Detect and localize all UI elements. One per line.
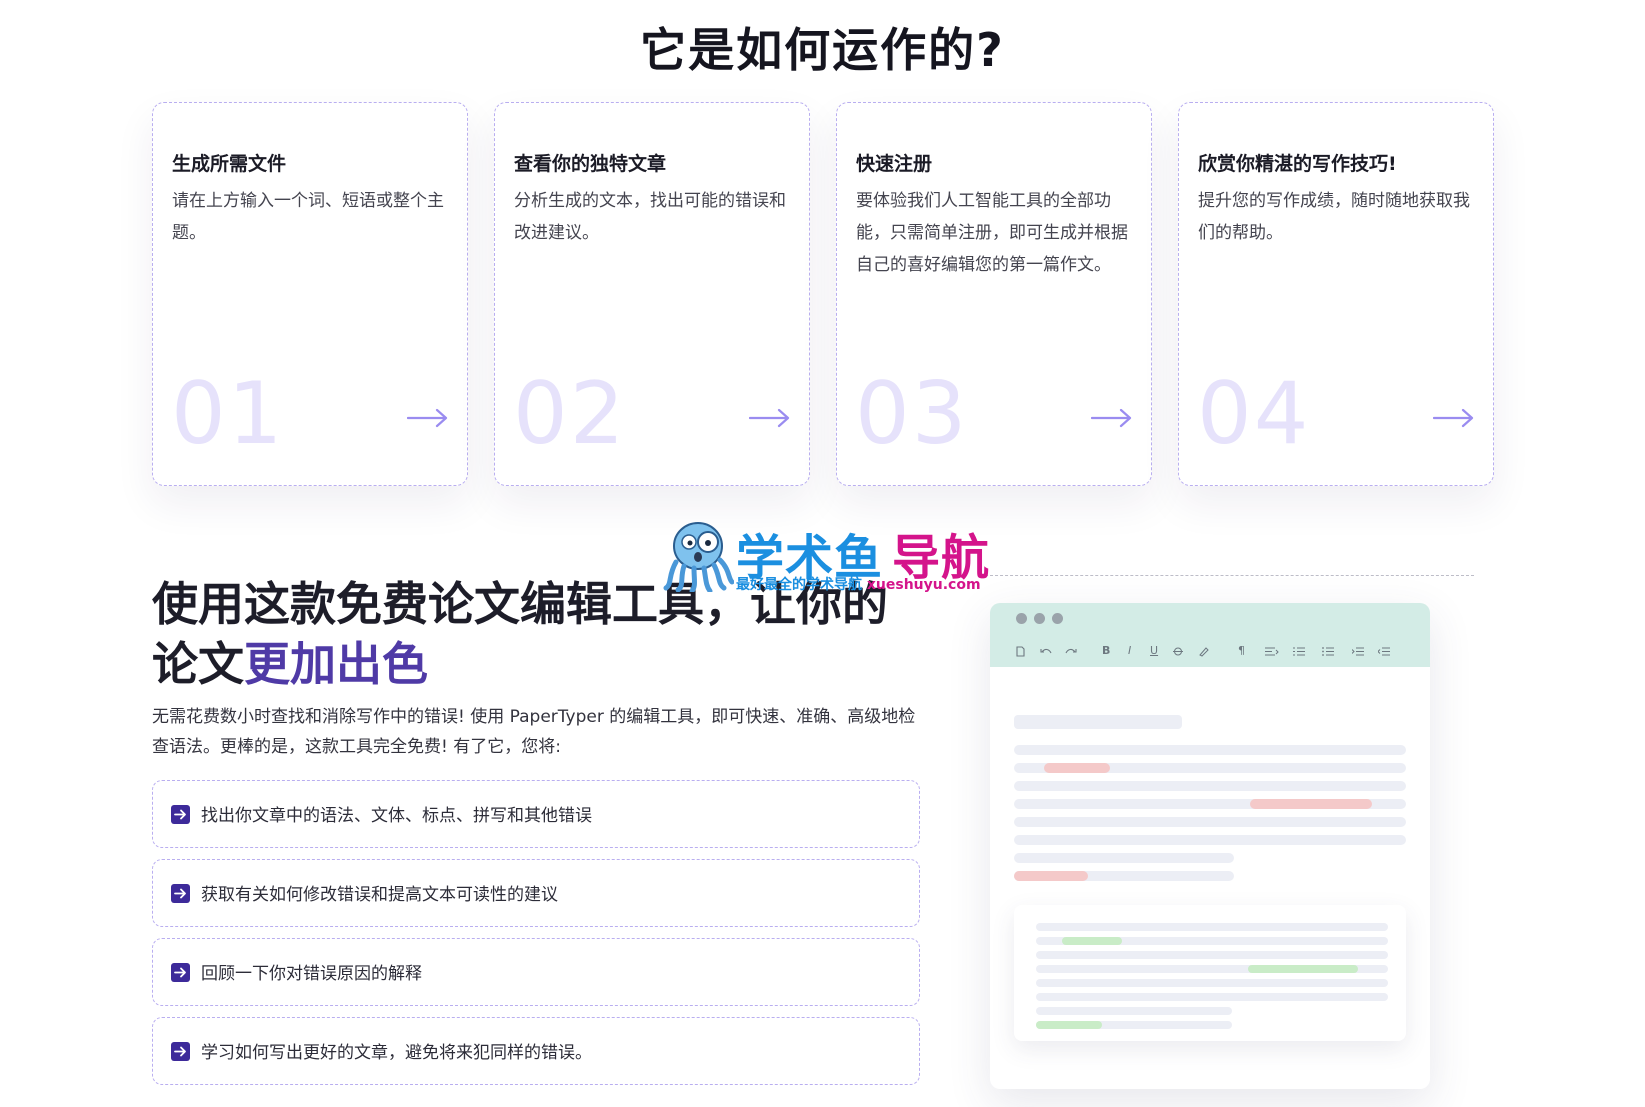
text-line [1014, 853, 1234, 863]
arrow-box-icon [171, 884, 190, 903]
arrow-right-icon[interactable] [1091, 408, 1133, 428]
text-line [1014, 817, 1406, 827]
text-line [1036, 993, 1388, 1001]
divider [980, 575, 1474, 576]
feature-item: 学习如何写出更好的文章，避免将来犯同样的错误。 [152, 1017, 920, 1085]
unordered-list-icon [1322, 647, 1334, 656]
feature-text: 回顾一下你对错误原因的解释 [201, 964, 422, 984]
bold-icon: B [1102, 644, 1111, 657]
arrow-right-icon[interactable] [1433, 408, 1475, 428]
watermark-logo: 学术鱼 导航 最好最全的学术导航 xueshuyu.com [660, 518, 1000, 598]
text-line [1014, 781, 1406, 791]
window-dot [1034, 613, 1045, 624]
step-number: 03 [855, 364, 969, 464]
watermark-tagline: 最好最全的学术导航 xueshuyu.com [736, 574, 981, 594]
headline-line-2: 论文更加出色 [152, 634, 942, 694]
underline-icon: U [1150, 644, 1159, 657]
strikethrough-icon [1173, 647, 1183, 656]
text-line [1036, 979, 1388, 987]
feature-item: 获取有关如何修改错误和提高文本可读性的建议 [152, 859, 920, 927]
step-title: 欣赏你精湛的写作技巧! [1198, 153, 1397, 175]
text-line [1036, 951, 1388, 959]
step-title: 生成所需文件 [172, 153, 287, 175]
feature-item: 回顾一下你对错误原因的解释 [152, 938, 920, 1006]
text-line [1014, 745, 1406, 755]
text-line [1014, 835, 1406, 845]
arrow-box-icon [171, 1042, 190, 1061]
window-dot [1016, 613, 1027, 624]
fix-highlight [1062, 937, 1122, 945]
step-title: 快速注册 [856, 153, 933, 175]
arrow-right-icon[interactable] [407, 408, 449, 428]
window-dot [1052, 613, 1063, 624]
align-icon [1265, 647, 1279, 656]
arrow-box-icon [171, 963, 190, 982]
step-card-3[interactable]: 快速注册 要体验我们人工智能工具的全部功能，只需简单注册，即可生成并根据自己的喜… [836, 102, 1152, 486]
step-card-2[interactable]: 查看你的独特文章 分析生成的文本，找出可能的错误和改进建议。 02 [494, 102, 810, 486]
ordered-list-icon [1293, 647, 1305, 656]
octopus-mascot-icon [663, 522, 734, 592]
editor-preview: B I U ¶ [990, 603, 1430, 1089]
indent-icon [1352, 647, 1364, 656]
step-description: 请在上方输入一个词、短语或整个主题。 [172, 191, 444, 243]
error-highlight [1014, 871, 1088, 881]
headline-plain: 论文 [152, 637, 244, 691]
outdent-icon [1378, 647, 1390, 656]
step-title: 查看你的独特文章 [514, 153, 667, 175]
feature-text: 学习如何写出更好的文章，避免将来犯同样的错误。 [201, 1043, 592, 1063]
feature-text: 获取有关如何修改错误和提高文本可读性的建议 [201, 885, 558, 905]
italic-icon: I [1128, 644, 1132, 657]
fix-highlight [1248, 965, 1358, 973]
step-card-4[interactable]: 欣赏你精湛的写作技巧! 提升您的写作成绩，随时随地获取我们的帮助。 04 [1178, 102, 1494, 486]
feature-text: 找出你文章中的语法、文体、标点、拼写和其他错误 [201, 806, 592, 826]
headline-accent: 更加出色 [244, 637, 428, 691]
suggestion-card [1014, 905, 1406, 1041]
steps-list: 生成所需文件 请在上方输入一个词、短语或整个主题。 01 查看你的独特文章 分析… [152, 102, 1494, 486]
watermark-tagline-text: 最好最全的学术导航 [736, 577, 862, 593]
arrow-right-icon[interactable] [749, 408, 791, 428]
step-description: 要体验我们人工智能工具的全部功能，只需简单注册，即可生成并根据自己的喜好编辑您的… [856, 191, 1128, 275]
paragraph-icon: ¶ [1238, 644, 1245, 657]
fix-highlight [1036, 1021, 1102, 1029]
document-icon [1016, 646, 1025, 657]
text-line [1036, 1007, 1232, 1015]
section-title: 它是如何运作的? [640, 23, 1005, 77]
redo-icon [1065, 648, 1077, 654]
feature-item: 找出你文章中的语法、文体、标点、拼写和其他错误 [152, 780, 920, 848]
watermark-domain: xueshuyu.com [866, 577, 981, 593]
step-card-1[interactable]: 生成所需文件 请在上方输入一个词、短语或整个主题。 01 [152, 102, 468, 486]
error-highlight [1044, 763, 1110, 773]
intro-paragraph: 无需花费数小时查找和消除写作中的错误! 使用 PaperTyper 的编辑工具，… [152, 707, 916, 757]
step-description: 提升您的写作成绩，随时随地获取我们的帮助。 [1198, 191, 1470, 243]
editor-toolbar: B I U ¶ [990, 603, 1430, 667]
undo-icon [1040, 648, 1052, 654]
arrow-box-icon [171, 805, 190, 824]
step-number: 04 [1197, 364, 1311, 464]
step-number: 01 [171, 364, 285, 464]
highlighter-icon [1199, 647, 1209, 657]
text-placeholder-heading [1014, 715, 1182, 729]
text-line [1036, 923, 1388, 931]
step-number: 02 [513, 364, 627, 464]
error-highlight [1250, 799, 1372, 809]
step-description: 分析生成的文本，找出可能的错误和改进建议。 [514, 191, 786, 243]
